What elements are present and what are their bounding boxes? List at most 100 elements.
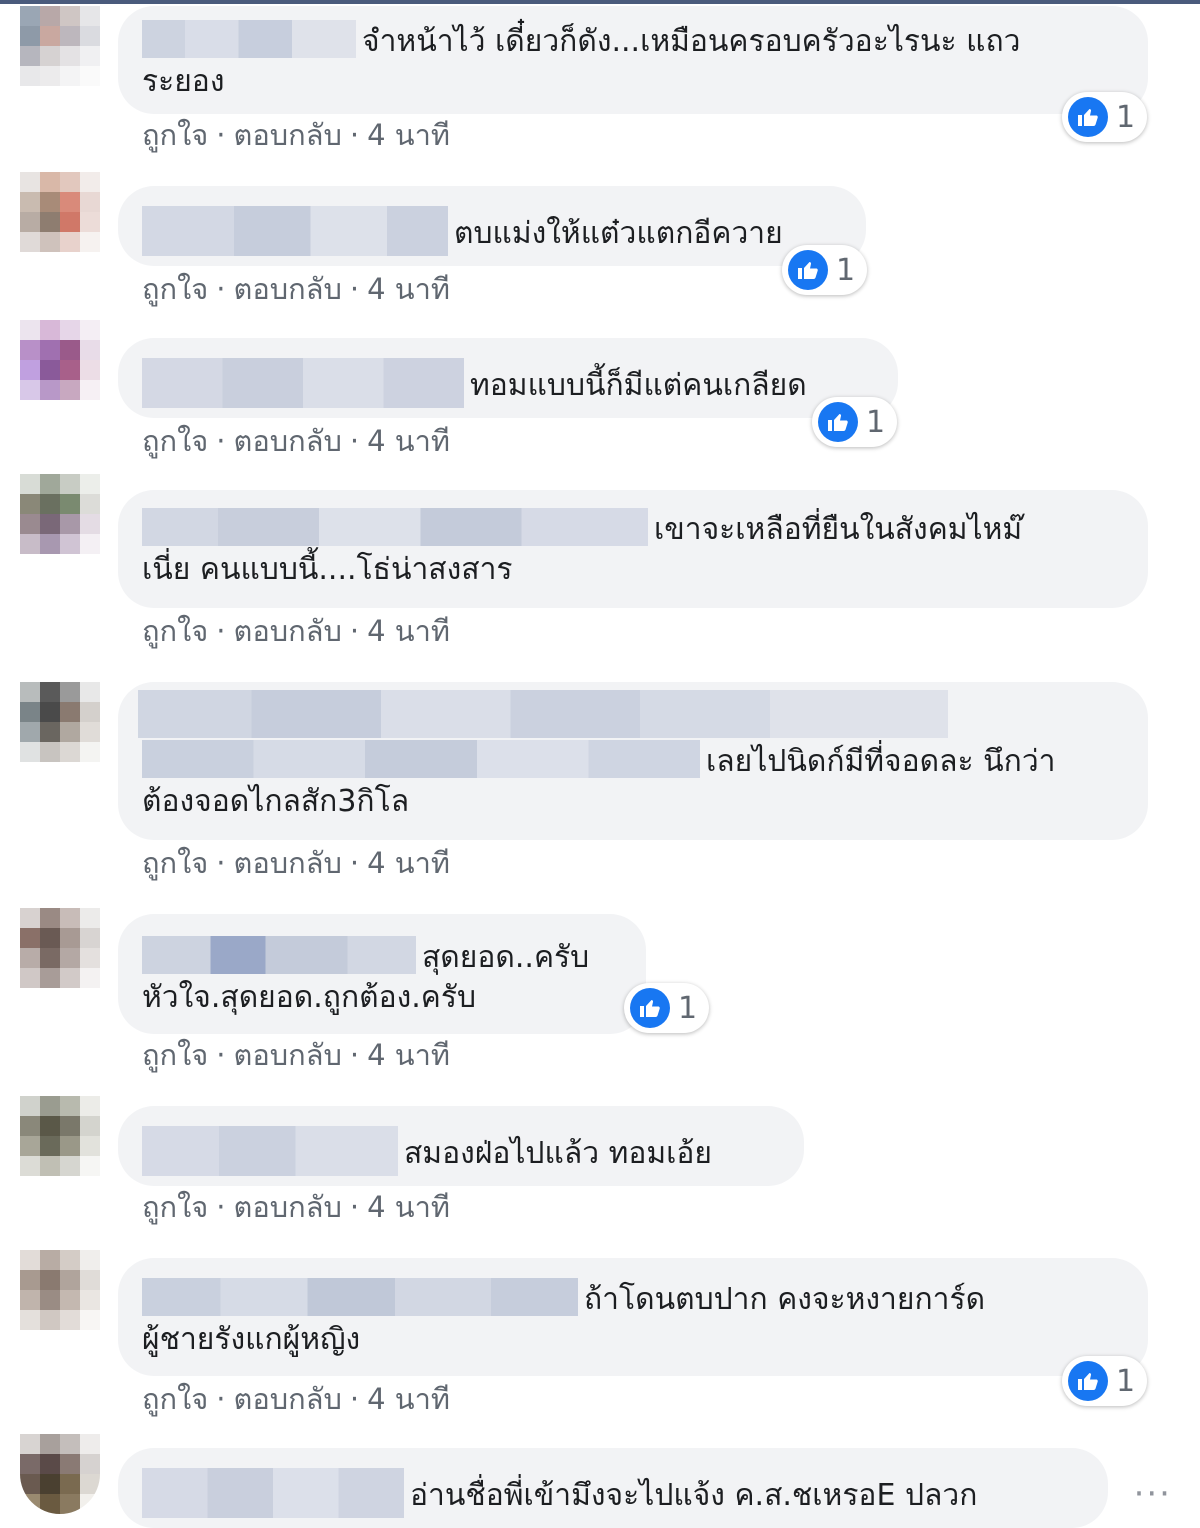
reply-link[interactable]: ตอบกลับ (234, 272, 342, 306)
separator: · (216, 424, 226, 458)
separator: · (349, 614, 360, 648)
avatar[interactable] (20, 6, 100, 86)
timestamp-link[interactable]: 4 นาที (367, 272, 450, 306)
commenter-name-blurred[interactable] (142, 358, 464, 408)
timestamp-link[interactable]: 4 นาที (367, 1038, 450, 1072)
reply-link[interactable]: ตอบกลับ (234, 424, 342, 458)
comment-bubble: อ่านชื่อพี่เข้ามึงจะไปแจ้ง ค.ส.ชเหรอE ปล… (118, 1448, 1108, 1528)
comment-text-line1: อ่านชื่อพี่เข้ามึงจะไปแจ้ง ค.ส.ชเหรอE ปล… (410, 1478, 978, 1513)
comment-text-line1: สุดยอด..ครับ (422, 940, 590, 975)
commenter-name-blurred[interactable] (142, 206, 448, 256)
comment-actions: ถูกใจ · ตอบกลับ · 4 นาที (142, 846, 450, 880)
like-link[interactable]: ถูกใจ (142, 1038, 208, 1072)
commenter-name-blurred[interactable] (142, 1278, 578, 1316)
reaction-number: 1 (1116, 1363, 1136, 1399)
comment-text-line1: ทอมแบบนี้ก็มีแต่คนเกลียด (470, 368, 807, 403)
like-link[interactable]: ถูกใจ (142, 424, 208, 458)
commenter-name-blurred[interactable] (142, 936, 416, 974)
reply-link[interactable]: ตอบกลับ (234, 1382, 342, 1416)
separator: · (216, 614, 226, 648)
separator: · (216, 118, 226, 152)
separator: · (349, 424, 360, 458)
comment-bubble: เขาจะเหลือที่ยืนในสังคมไหม๊ เนี่ย คนแบบน… (118, 490, 1148, 608)
reply-link[interactable]: ตอบกลับ (234, 1038, 342, 1072)
reply-link[interactable]: ตอบกลับ (234, 846, 342, 880)
comment-bubble: ตบแม่งให้แต๋วแตกอีควาย (118, 186, 866, 266)
comment-text-line2: ต้องจอดไกลสัก3กิโล (142, 784, 410, 819)
avatar[interactable] (20, 1250, 100, 1330)
avatar[interactable] (20, 908, 100, 988)
commenter-name-blurred[interactable] (142, 20, 356, 58)
like-link[interactable]: ถูกใจ (142, 272, 208, 306)
comment-actions: ถูกใจ · ตอบกลับ · 4 นาที (142, 1190, 450, 1224)
commenter-name-blurred[interactable] (142, 740, 700, 778)
like-link[interactable]: ถูกใจ (142, 614, 208, 648)
comment-text-line2: เนี่ย คนแบบนี้....โธ่น่าสงสาร (142, 552, 513, 587)
avatar[interactable] (20, 1434, 100, 1514)
reaction-number: 1 (1116, 99, 1136, 135)
avatar[interactable] (20, 172, 100, 252)
like-icon (630, 988, 670, 1028)
commenter-name-blurred[interactable] (142, 1126, 398, 1176)
avatar[interactable] (20, 474, 100, 554)
commenter-name-blurred[interactable] (142, 508, 648, 546)
like-link[interactable]: ถูกใจ (142, 1382, 208, 1416)
comment-text-line2: ระยอง (142, 64, 225, 99)
avatar[interactable] (20, 682, 100, 762)
like-icon (1068, 1361, 1108, 1401)
comment-text-line1: จำหน้าไว้ เดี๋ยวก็ดัง...เหมือนครอบครัวอะ… (362, 24, 1021, 59)
separator: · (349, 846, 360, 880)
comment-text-line1: ตบแม่งให้แต๋วแตกอีควาย (454, 216, 783, 251)
timestamp-link[interactable]: 4 นาที (367, 1190, 450, 1224)
comment-text-line2: หัวใจ.สุดยอด.ถูกต้อง.ครับ (142, 980, 477, 1015)
separator: · (216, 272, 226, 306)
reaction-number: 1 (836, 252, 856, 288)
separator: · (349, 118, 360, 152)
reaction-number: 1 (678, 990, 698, 1026)
comment-actions: ถูกใจ · ตอบกลับ · 4 นาที (142, 614, 450, 648)
like-link[interactable]: ถูกใจ (142, 846, 208, 880)
comment-bubble: ทอมแบบนี้ก็มีแต่คนเกลียด (118, 338, 898, 418)
comment-text-line1: เขาจะเหลือที่ยืนในสังคมไหม๊ (654, 512, 1023, 547)
comment-actions: ถูกใจ · ตอบกลับ · 4 นาที (142, 1038, 450, 1072)
reaction-number: 1 (866, 404, 886, 440)
reply-link[interactable]: ตอบกลับ (234, 118, 342, 152)
avatar[interactable] (20, 1096, 100, 1176)
timestamp-link[interactable]: 4 นาที (367, 1382, 450, 1416)
top-border (0, 0, 1200, 4)
like-link[interactable]: ถูกใจ (142, 1190, 208, 1224)
like-icon (1068, 97, 1108, 137)
more-options-icon[interactable]: ··· (1134, 1474, 1172, 1514)
timestamp-link[interactable]: 4 นาที (367, 118, 450, 152)
comment-actions: ถูกใจ · ตอบกลับ · 4 นาที (142, 1382, 450, 1416)
timestamp-link[interactable]: 4 นาที (367, 846, 450, 880)
comment-actions: ถูกใจ · ตอบกลับ · 4 นาที (142, 272, 450, 306)
comment-bubble: สมองฝ่อไปแล้ว ทอมเอ้ย (118, 1106, 804, 1186)
timestamp-link[interactable]: 4 นาที (367, 424, 450, 458)
comment-text-line1: ถ้าโดนตบปาก คงจะหงายการ์ด (584, 1282, 986, 1317)
separator: · (349, 1190, 360, 1224)
reaction-count[interactable]: 1 (624, 983, 710, 1033)
reaction-count[interactable]: 1 (812, 397, 898, 447)
like-icon (818, 402, 858, 442)
reply-link[interactable]: ตอบกลับ (234, 1190, 342, 1224)
separator: · (349, 1382, 360, 1416)
reaction-count[interactable]: 1 (1062, 1356, 1148, 1406)
comment-actions: ถูกใจ · ตอบกลับ · 4 นาที (142, 424, 450, 458)
comment-text-line2: ผู้ชายรังแกผู้หญิง (142, 1322, 361, 1357)
avatar[interactable] (20, 320, 100, 400)
reply-link[interactable]: ตอบกลับ (234, 614, 342, 648)
commenter-name-blurred[interactable] (142, 1468, 404, 1518)
comment-text-line1: เลยไปนิดก์มีที่จอดละ นึกว่า (706, 744, 1056, 779)
timestamp-link[interactable]: 4 นาที (367, 614, 450, 648)
comment-text-line1: สมองฝ่อไปแล้ว ทอมเอ้ย (404, 1136, 712, 1171)
separator: · (349, 1038, 360, 1072)
comment-actions: ถูกใจ · ตอบกลับ · 4 นาที (142, 118, 450, 152)
separator: · (349, 272, 360, 306)
like-link[interactable]: ถูกใจ (142, 118, 208, 152)
reaction-count[interactable]: 1 (1062, 92, 1148, 142)
separator: · (216, 846, 226, 880)
more-options-glyph: ··· (1133, 1474, 1172, 1514)
commenter-name-blurred-overflow (138, 690, 948, 738)
reaction-count[interactable]: 1 (782, 245, 868, 295)
